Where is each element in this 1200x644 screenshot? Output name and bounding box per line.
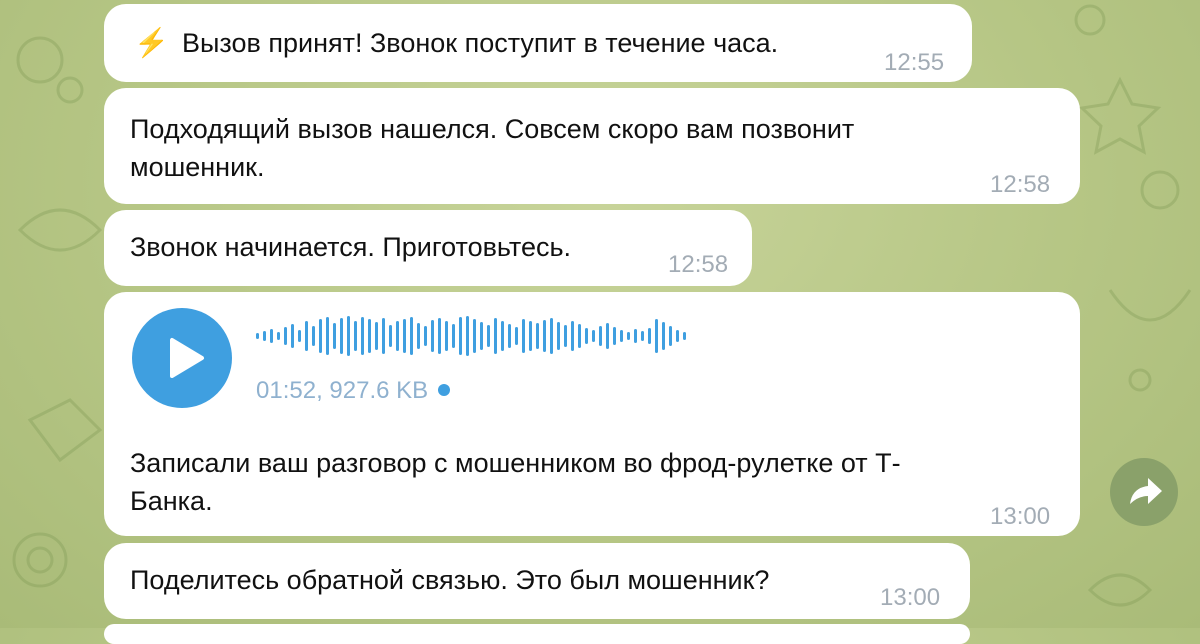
waveform-bar	[571, 321, 574, 351]
waveform-bar	[529, 321, 532, 351]
message-time: 12:55	[884, 49, 945, 76]
waveform-bar	[382, 318, 385, 354]
waveform-bar	[585, 328, 588, 344]
waveform-bar	[655, 319, 658, 353]
voice-size: 927.6 KB	[329, 377, 429, 404]
message-text: Звонок начинается. Приготовьтесь.	[130, 232, 572, 262]
waveform-bar	[543, 320, 546, 352]
waveform-bar	[627, 332, 630, 340]
waveform-bar	[508, 324, 511, 348]
waveform-bar	[445, 321, 448, 351]
waveform-bar	[669, 326, 672, 346]
waveform-bar	[613, 327, 616, 345]
waveform-bar	[452, 324, 455, 348]
message-bubble: Поделитесь обратной связью. Это был моше…	[104, 543, 970, 619]
waveform-bar	[291, 324, 294, 348]
waveform-bar	[550, 318, 553, 354]
waveform-bar	[389, 325, 392, 347]
waveform-bar	[480, 322, 483, 350]
message-time: 12:58	[668, 251, 729, 278]
waveform-bar	[676, 330, 679, 342]
waveform-bar	[592, 330, 595, 342]
message-time: 13:00	[880, 584, 941, 611]
waveform-bar	[662, 322, 665, 350]
message-bubble: Звонок начинается. Приготовьтесь. 12:58	[104, 210, 752, 286]
waveform-bar	[620, 330, 623, 342]
lightning-icon: ⚡	[134, 27, 169, 58]
message-text-line1: Подходящий вызов нашелся. Совсем скоро в…	[130, 114, 855, 144]
waveform-bar	[368, 319, 371, 353]
waveform-bar	[494, 318, 497, 354]
waveform-bar	[277, 332, 280, 340]
message-bubble: Подходящий вызов нашелся. Совсем скоро в…	[104, 88, 1080, 204]
waveform[interactable]	[256, 314, 696, 358]
waveform-bar	[333, 323, 336, 349]
waveform-bar	[375, 322, 378, 350]
waveform-bar	[501, 321, 504, 351]
message-time: 12:58	[990, 171, 1051, 198]
waveform-bar	[263, 331, 266, 341]
play-button[interactable]	[132, 308, 232, 408]
unplayed-dot	[438, 384, 451, 396]
play-icon	[170, 338, 204, 378]
waveform-bar	[431, 320, 434, 352]
waveform-bar	[305, 321, 308, 351]
forward-arrow-icon	[1130, 478, 1162, 504]
waveform-bar	[634, 329, 637, 343]
voice-duration: 01:52	[256, 377, 317, 404]
waveform-bar	[417, 323, 420, 349]
waveform-bar	[424, 326, 427, 346]
waveform-bar	[361, 317, 364, 355]
waveform-bar	[340, 318, 343, 354]
waveform-bar	[312, 326, 315, 346]
waveform-bar	[459, 317, 462, 355]
waveform-bar	[396, 321, 399, 351]
waveform-bar	[641, 331, 644, 341]
waveform-bar	[298, 330, 301, 342]
waveform-bar	[564, 325, 567, 347]
message-bubble: ⚡ Вызов принят! Звонок поступит в течени…	[104, 4, 972, 82]
waveform-bar	[578, 324, 581, 348]
waveform-bar	[284, 327, 287, 345]
waveform-bar	[256, 333, 259, 339]
waveform-bar	[648, 328, 651, 344]
message-text-line2: мошенник.	[130, 152, 265, 182]
waveform-bar	[319, 319, 322, 353]
waveform-bar	[347, 316, 350, 356]
waveform-bar	[599, 326, 602, 346]
message-bubble-partial	[104, 624, 970, 644]
voice-meta: 01:52, 927.6 KB	[256, 372, 451, 410]
message-text-line1: Записали ваш разговор с мошенником во фр…	[130, 448, 901, 478]
waveform-bar	[606, 323, 609, 349]
waveform-bar	[473, 319, 476, 353]
waveform-bar	[438, 318, 441, 354]
waveform-bar	[683, 332, 686, 340]
waveform-bar	[270, 329, 273, 343]
waveform-bar	[536, 323, 539, 349]
waveform-bar	[557, 322, 560, 350]
waveform-bar	[403, 319, 406, 353]
voice-message-bubble: 01:52, 927.6 KB Записали ваш разговор с …	[104, 292, 1080, 536]
waveform-bar	[354, 321, 357, 351]
message-text-line2: Банка.	[130, 486, 213, 516]
waveform-bar	[466, 316, 469, 356]
waveform-bar	[515, 327, 518, 345]
waveform-bar	[410, 317, 413, 355]
waveform-bar	[522, 319, 525, 353]
waveform-bar	[487, 325, 490, 347]
message-text: Вызов принят! Звонок поступит в течение …	[182, 28, 779, 58]
waveform-bar	[326, 317, 329, 355]
forward-button[interactable]	[1110, 458, 1178, 526]
message-time: 13:00	[990, 503, 1051, 530]
message-text: Поделитесь обратной связью. Это был моше…	[130, 565, 770, 595]
